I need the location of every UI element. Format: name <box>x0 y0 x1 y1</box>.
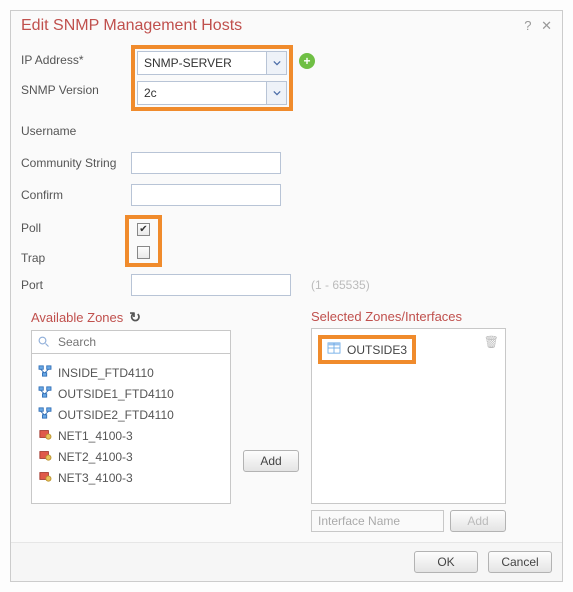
selected-zones-title: Selected Zones/Interfaces <box>311 309 462 324</box>
close-icon[interactable]: ✕ <box>541 18 552 33</box>
highlight-box-checkboxes: ✔ <box>125 215 162 267</box>
confirm-input[interactable] <box>131 184 281 206</box>
trap-checkbox[interactable] <box>137 246 150 259</box>
selected-zones-list[interactable]: OUTSIDE3 🗑 <box>311 328 506 504</box>
confirm-label: Confirm <box>21 188 131 202</box>
refresh-icon[interactable]: ↻ <box>129 309 141 326</box>
available-zones-title: Available Zones <box>31 310 123 325</box>
available-zones-list[interactable]: INSIDE_FTD4110 OUTSIDE1_FTD4110 OUTSIDE2… <box>31 354 231 504</box>
poll-checkbox[interactable]: ✔ <box>137 223 150 236</box>
form: IP Address* SNMP Version SNMP-SERVER 2c <box>11 37 562 297</box>
chevron-down-icon[interactable] <box>266 82 286 104</box>
snmp-version-label: SNMP Version <box>21 83 131 97</box>
zone-icon <box>38 365 52 380</box>
add-interface-button[interactable]: Add <box>450 510 506 532</box>
zones-area: Available Zones ↻ INSIDE_FTD4110 OUTSIDE… <box>11 305 562 542</box>
username-label: Username <box>21 124 131 138</box>
zone-icon <box>38 407 52 422</box>
dialog-footer: OK Cancel <box>11 542 562 581</box>
net-icon <box>38 428 52 443</box>
search-icon <box>38 336 50 348</box>
table-icon <box>327 342 341 357</box>
list-item[interactable]: NET3_4100-3 <box>38 467 224 488</box>
port-label: Port <box>21 278 131 292</box>
trash-icon[interactable]: 🗑 <box>484 335 499 349</box>
chevron-down-icon[interactable] <box>266 52 286 74</box>
title-bar: Edit SNMP Management Hosts ? ✕ <box>11 11 562 37</box>
list-item[interactable]: OUTSIDE2_FTD4110 <box>38 404 224 425</box>
highlight-box-combos: SNMP-SERVER 2c <box>131 45 293 111</box>
net-icon <box>38 449 52 464</box>
community-label: Community String <box>21 156 131 170</box>
net-icon <box>38 470 52 485</box>
list-item[interactable]: INSIDE_FTD4110 <box>38 362 224 383</box>
port-input[interactable] <box>131 274 291 296</box>
ip-address-combo[interactable]: SNMP-SERVER <box>137 51 287 75</box>
ip-address-value: SNMP-SERVER <box>138 56 266 70</box>
add-plus-icon[interactable]: + <box>299 53 315 69</box>
zone-icon <box>38 386 52 401</box>
interface-name-input[interactable]: Interface Name <box>311 510 444 532</box>
trap-label: Trap <box>21 251 131 265</box>
list-item[interactable]: NET1_4100-3 <box>38 425 224 446</box>
snmp-version-combo[interactable]: 2c <box>137 81 287 105</box>
dialog: Edit SNMP Management Hosts ? ✕ IP Addres… <box>10 10 563 582</box>
zone-search-input[interactable] <box>56 334 224 350</box>
poll-label: Poll <box>21 221 131 235</box>
port-hint: (1 - 65535) <box>311 278 370 292</box>
selected-zone-item[interactable]: OUTSIDE3 <box>318 335 416 364</box>
help-icon[interactable]: ? <box>524 18 531 33</box>
dialog-title: Edit SNMP Management Hosts <box>21 17 242 35</box>
snmp-version-value: 2c <box>138 86 266 100</box>
ip-address-label: IP Address* <box>21 53 131 67</box>
zone-search[interactable] <box>31 330 231 354</box>
list-item[interactable]: NET2_4100-3 <box>38 446 224 467</box>
list-item[interactable]: OUTSIDE1_FTD4110 <box>38 383 224 404</box>
community-input[interactable] <box>131 152 281 174</box>
add-zone-button[interactable]: Add <box>243 450 299 472</box>
